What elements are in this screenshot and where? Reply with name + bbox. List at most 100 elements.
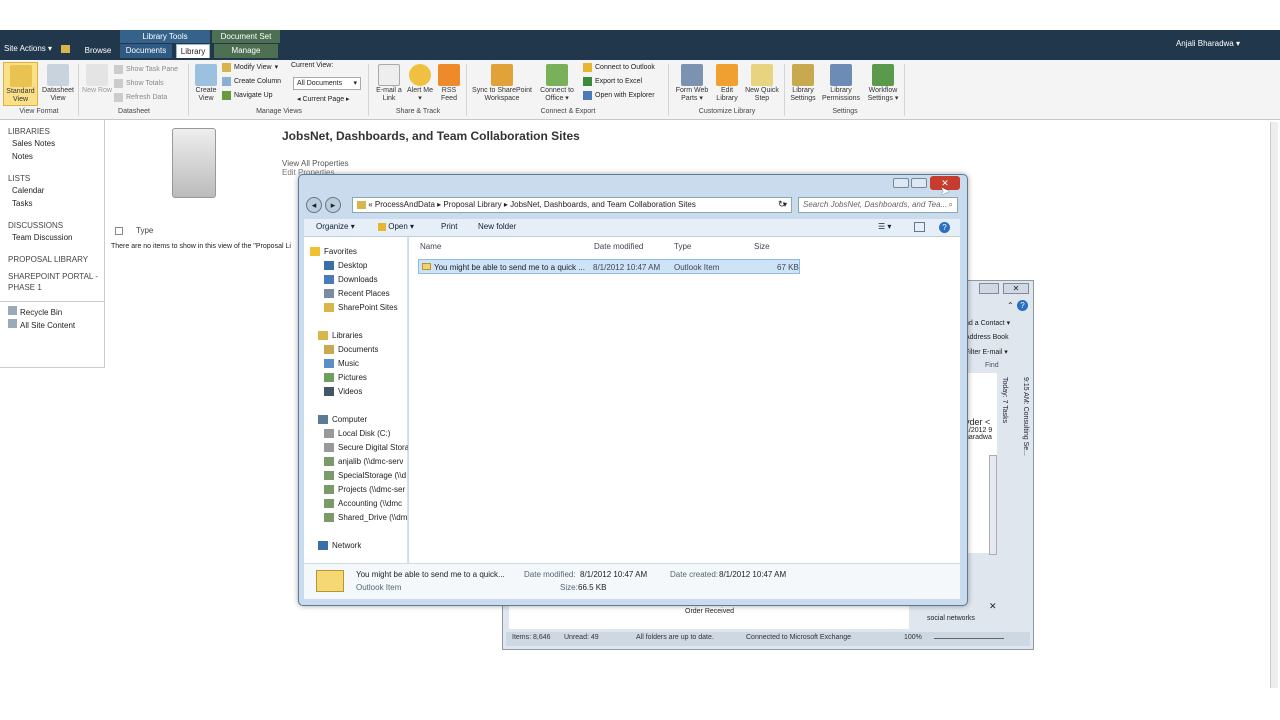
nav-item-team-discussion[interactable]: Team Discussion [0, 231, 104, 244]
workflow-settings-button[interactable]: Workflow Settings ▾ [864, 64, 902, 103]
site-actions-menu[interactable]: Site Actions ▾ [4, 44, 52, 53]
todo-bar[interactable]: 9:15 AM: Consulting Se... Today: 7 Tasks [1001, 377, 1029, 617]
nav-secure-storage[interactable]: Secure Digital Stora [324, 443, 408, 453]
nav-network[interactable]: Network [318, 541, 361, 551]
minimize-button[interactable] [893, 178, 909, 188]
email-link-button[interactable]: E-mail a Link [374, 64, 404, 103]
nav-anjalib[interactable]: anjalib (\\dmc-serv [324, 457, 408, 467]
navigate-up-button[interactable]: Navigate Up [222, 88, 281, 102]
form-web-parts-button[interactable]: Form Web Parts ▾ [674, 64, 710, 103]
column-date-modified[interactable]: Date modified [594, 242, 643, 251]
organize-button[interactable]: Organize ▾ [316, 222, 355, 231]
breadcrumb-segment[interactable]: Proposal Library [443, 200, 501, 209]
help-icon[interactable]: ? [939, 222, 950, 233]
connect-outlook-button[interactable]: Connect to Outlook [583, 60, 655, 74]
show-totals-button[interactable]: Show Totals [114, 76, 178, 90]
nav-accounting[interactable]: Accounting (\\dmc [324, 499, 408, 509]
message-row[interactable]: Order Received [509, 608, 909, 615]
show-task-pane-button[interactable]: Show Task Pane [114, 62, 178, 76]
create-column-button[interactable]: Create Column [222, 74, 281, 88]
address-bar[interactable]: « ProcessAndData ▸ Proposal Library ▸ Jo… [352, 197, 792, 213]
nav-heading-libraries[interactable]: Libraries [0, 126, 104, 137]
file-row[interactable]: You might be able to send me to a quick … [418, 259, 800, 274]
edit-library-button[interactable]: Edit Library [712, 64, 742, 103]
page-scrollbar[interactable] [1270, 122, 1278, 688]
nav-item-sales-notes[interactable]: Sales Notes [0, 137, 104, 150]
nav-local-disk[interactable]: Local Disk (C:) [324, 429, 408, 439]
nav-documents[interactable]: Documents [324, 345, 378, 355]
current-view-select[interactable]: All Documents ▾ [293, 77, 361, 90]
forward-button[interactable]: ▸ [325, 197, 341, 213]
breadcrumb-segment[interactable]: ProcessAndData [375, 200, 435, 209]
modify-view-button[interactable]: Modify View ▾ [222, 60, 281, 74]
column-name[interactable]: Name [420, 242, 441, 251]
nav-sharepoint-sites[interactable]: SharePoint Sites [324, 303, 398, 313]
nav-recent-places[interactable]: Recent Places [324, 289, 390, 299]
library-permissions-button[interactable]: Library Permissions [820, 64, 862, 103]
nav-shared-drive[interactable]: Shared_Drive (\\dm [324, 513, 408, 523]
nav-music[interactable]: Music [324, 359, 359, 369]
datasheet-view-button[interactable]: Datasheet View [40, 64, 76, 103]
user-menu[interactable]: Anjali Bharadwa ▾ [1176, 39, 1240, 48]
nav-special-storage[interactable]: SpecialStorage (\\d [324, 471, 408, 481]
nav-projects[interactable]: Projects (\\dmc-ser [324, 485, 408, 495]
tab-manage[interactable]: Manage [214, 44, 278, 58]
nav-favorites[interactable]: Favorites [310, 247, 357, 257]
back-button[interactable]: ◂ [306, 197, 322, 213]
all-site-content-link[interactable]: All Site Content [0, 319, 104, 332]
create-view-button[interactable]: Create View [193, 64, 219, 103]
preview-pane-button[interactable] [914, 222, 925, 232]
export-excel-button[interactable]: Export to Excel [583, 74, 655, 88]
type-column-header[interactable]: Type [136, 226, 153, 235]
zoom-level[interactable]: 100% [904, 634, 922, 641]
nav-heading-lists[interactable]: Lists [0, 173, 104, 184]
filter-email-button[interactable]: Filter E-mail ▾ [965, 348, 1008, 356]
tab-library[interactable]: Library [176, 44, 210, 58]
alert-me-button[interactable]: Alert Me ▾ [406, 64, 434, 103]
tab-documents[interactable]: Documents [120, 44, 172, 58]
standard-view-button[interactable]: Standard View [3, 62, 38, 106]
new-folder-button[interactable]: New folder [478, 222, 516, 231]
nav-heading-proposal-library[interactable]: Proposal Library [0, 254, 104, 265]
help-icon[interactable]: ? [1017, 300, 1028, 311]
maximize-button[interactable] [911, 178, 927, 188]
nav-item-notes[interactable]: Notes [0, 150, 104, 163]
new-row-button[interactable]: New Row [82, 64, 112, 95]
nav-videos[interactable]: Videos [324, 387, 362, 397]
rss-feed-button[interactable]: RSS Feed [436, 64, 462, 103]
collapse-icon[interactable]: ⌃ [1007, 301, 1014, 310]
new-quick-step-button[interactable]: New Quick Step [743, 64, 781, 103]
view-all-properties-link[interactable]: View All Properties [282, 159, 349, 168]
open-button[interactable]: Open ▾ [378, 222, 414, 231]
refresh-data-button[interactable]: Refresh Data [114, 90, 178, 104]
tab-browse[interactable]: Browse [80, 44, 116, 58]
nav-item-tasks[interactable]: Tasks [0, 197, 104, 210]
find-contact-field[interactable]: nd a Contact ▾ [965, 319, 1010, 327]
connect-office-button[interactable]: Connect to Office ▾ [536, 64, 578, 103]
close-pane-icon[interactable]: ✕ [989, 601, 997, 612]
nav-libraries[interactable]: Libraries [318, 331, 363, 341]
nav-heading-sharepoint-portal[interactable]: SharePoint Portal - Phase 1 [0, 271, 100, 293]
current-page-nav[interactable]: ◂ Current Page ▸ [297, 95, 350, 103]
column-type[interactable]: Type [674, 242, 691, 251]
refresh-icon[interactable]: ↻ [778, 199, 786, 210]
address-book-button[interactable]: Address Book [965, 334, 1009, 341]
nav-pictures[interactable]: Pictures [324, 373, 367, 383]
open-explorer-button[interactable]: Open with Explorer [583, 88, 655, 102]
sync-workspace-button[interactable]: Sync to SharePoint Workspace [468, 64, 536, 103]
nav-downloads[interactable]: Downloads [324, 275, 378, 285]
column-size[interactable]: Size [754, 242, 770, 251]
nav-heading-discussions[interactable]: Discussions [0, 220, 104, 231]
zoom-slider[interactable] [934, 638, 1004, 639]
views-button[interactable]: ☰ ▾ [878, 222, 891, 231]
recycle-bin-link[interactable]: Recycle Bin [0, 306, 104, 319]
close-button[interactable]: ✕ [1003, 283, 1029, 294]
library-settings-button[interactable]: Library Settings [787, 64, 819, 103]
nav-item-calendar[interactable]: Calendar [0, 184, 104, 197]
reading-scrollbar[interactable] [989, 455, 997, 555]
restore-button[interactable] [979, 283, 999, 294]
breadcrumb-segment[interactable]: JobsNet, Dashboards, and Team Collaborat… [510, 200, 696, 209]
select-all-checkbox[interactable] [115, 227, 123, 235]
folder-icon[interactable] [61, 45, 70, 53]
search-input[interactable]: Search JobsNet, Dashboards, and Tea... ⌕ [798, 197, 958, 213]
